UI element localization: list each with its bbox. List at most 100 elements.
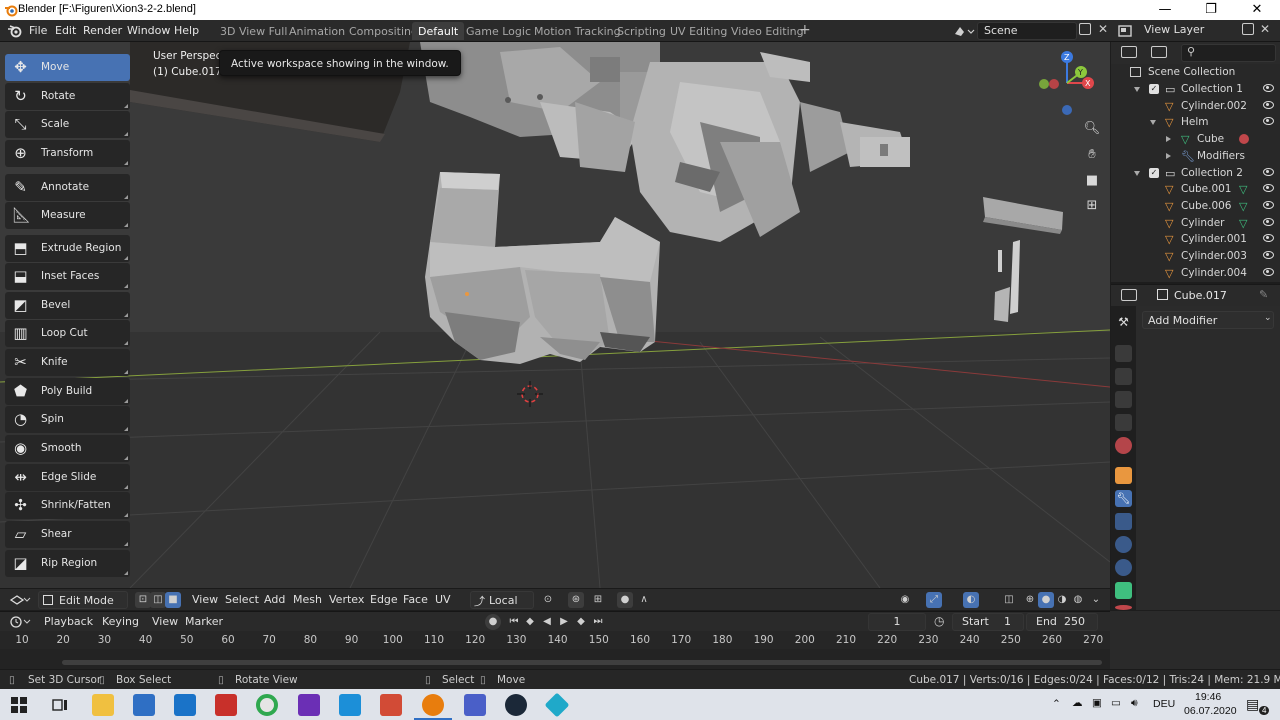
overlay-toggle-icon[interactable]: ◐ bbox=[963, 592, 979, 608]
outliner-item-cube-001[interactable]: ▽ Cube.001 ▽ bbox=[1111, 181, 1280, 198]
affinity-photo-icon[interactable] bbox=[298, 694, 320, 716]
output-tab-icon[interactable] bbox=[1115, 368, 1132, 385]
tool-rotate[interactable]: ↻ Rotate bbox=[5, 83, 130, 110]
close-button[interactable]: ✕ bbox=[1234, 0, 1280, 20]
tool-move[interactable]: ✥ Move bbox=[5, 54, 130, 81]
visibility-icon[interactable]: ◉ bbox=[897, 592, 913, 608]
outliner-item-collection-2[interactable]: ✓ ▭ Collection 2 bbox=[1111, 165, 1280, 182]
tool-inset[interactable]: ⬓ Inset Faces bbox=[5, 263, 130, 290]
tab-3d-view-full[interactable]: 3D View Full bbox=[214, 22, 293, 40]
menu-timeline-view[interactable]: View bbox=[152, 615, 178, 628]
visibility-eye-icon[interactable] bbox=[1263, 117, 1274, 126]
falloff-icon[interactable]: ∧ bbox=[636, 592, 652, 608]
affinity-publisher-icon[interactable] bbox=[380, 694, 402, 716]
expand-down-icon[interactable] bbox=[1134, 87, 1140, 92]
visibility-eye-icon[interactable] bbox=[1263, 267, 1274, 276]
menu-select[interactable]: Select bbox=[225, 593, 259, 606]
notification-icon[interactable]: ▤ bbox=[1246, 696, 1259, 713]
editor-type-icon[interactable] bbox=[9, 593, 31, 607]
store-icon[interactable] bbox=[133, 694, 155, 716]
network-icon[interactable]: ▭ bbox=[1111, 697, 1121, 709]
timeline-scrollbar[interactable] bbox=[62, 660, 1102, 665]
gizmo-toggle-icon[interactable]: ⤢ bbox=[926, 592, 942, 608]
new-view-layer-icon[interactable] bbox=[1242, 23, 1254, 35]
maximize-button[interactable]: ❐ bbox=[1188, 0, 1234, 20]
display-mode-icon[interactable] bbox=[1151, 46, 1167, 58]
outliner-item-modifiers[interactable]: 🔧︎ Modifiers bbox=[1111, 148, 1280, 165]
new-scene-icon[interactable] bbox=[1079, 23, 1091, 35]
pan-hand-icon[interactable]: ✋︎ bbox=[1081, 144, 1103, 166]
vertex-select-icon[interactable]: ⊡ bbox=[135, 592, 151, 608]
outliner-item-cylinder-003[interactable]: ▽ Cylinder.003 bbox=[1111, 248, 1280, 265]
prev-keyframe-icon[interactable]: ◆ bbox=[522, 614, 538, 630]
timeline-body[interactable] bbox=[0, 649, 1110, 669]
play-icon[interactable]: ▶ bbox=[556, 614, 572, 630]
shading-options-icon[interactable]: ⌄ bbox=[1088, 592, 1104, 608]
jump-end-icon[interactable]: ⏭ bbox=[590, 614, 606, 630]
expand-down-icon[interactable] bbox=[1134, 170, 1140, 176]
delete-scene-icon[interactable]: ✕ bbox=[1098, 22, 1108, 36]
snap-icon[interactable]: ⊛ bbox=[568, 592, 584, 608]
material-shading-icon[interactable]: ◑ bbox=[1054, 592, 1070, 608]
tray-app-icon[interactable]: ▣ bbox=[1092, 697, 1102, 709]
outliner-item-cube[interactable]: ▽ Cube bbox=[1111, 131, 1280, 148]
menu-mesh[interactable]: Mesh bbox=[293, 593, 322, 606]
start-frame-field[interactable]: Start 1 bbox=[952, 613, 1024, 631]
expand-right-icon[interactable] bbox=[1166, 152, 1171, 159]
next-keyframe-icon[interactable]: ◆ bbox=[573, 614, 589, 630]
tool-spin[interactable]: ◔ Spin bbox=[5, 406, 130, 433]
proportional-edit-icon[interactable]: ● bbox=[617, 592, 633, 608]
timeline-ruler[interactable]: 10 20 30 40 50 60 70 80 90 100 110 120 130 140 150 160 1… bbox=[0, 631, 1110, 649]
outliner-editor-icon[interactable] bbox=[1121, 46, 1137, 58]
add-workspace-button[interactable]: + bbox=[799, 22, 811, 38]
render-tab-icon[interactable] bbox=[1115, 345, 1132, 362]
outliner-item-cube-006[interactable]: ▽ Cube.006 ▽ bbox=[1111, 198, 1280, 215]
mail-icon[interactable] bbox=[174, 694, 196, 716]
modifier-tab-icon[interactable]: 🔧︎ bbox=[1115, 490, 1132, 507]
volume-icon[interactable]: 🔊︎ bbox=[1131, 697, 1138, 710]
rendered-shading-icon[interactable]: ◍ bbox=[1070, 592, 1086, 608]
outliner-item-cylinder-002[interactable]: ▽ Cylinder.002 bbox=[1111, 98, 1280, 115]
tool-annotate[interactable]: ✎ Annotate bbox=[5, 174, 130, 201]
expand-right-icon[interactable] bbox=[1166, 136, 1171, 143]
particles-tab-icon[interactable] bbox=[1115, 513, 1132, 530]
tool-edge-slide[interactable]: ⇹ Edge Slide bbox=[5, 464, 130, 491]
tool-rip-region[interactable]: ◪ Rip Region bbox=[5, 550, 130, 577]
xray-toggle-icon[interactable]: ◫ bbox=[1001, 592, 1017, 608]
data-tab-icon[interactable] bbox=[1115, 582, 1132, 599]
properties-editor-icon[interactable] bbox=[1121, 289, 1137, 301]
delete-view-layer-icon[interactable]: ✕ bbox=[1260, 22, 1270, 36]
blender-menu-icon[interactable] bbox=[7, 24, 22, 38]
material-tab-icon[interactable] bbox=[1115, 605, 1132, 610]
jump-start-icon[interactable]: ⏮ bbox=[506, 614, 522, 630]
menu-add[interactable]: Add bbox=[264, 593, 285, 606]
menu-window[interactable]: Window bbox=[127, 24, 170, 37]
3d-viewport[interactable]: User Perspective (1) Cube.017 Active wor… bbox=[0, 42, 1110, 588]
tab-game-logic[interactable]: Game Logic bbox=[460, 22, 537, 40]
gift-app-icon[interactable] bbox=[215, 694, 237, 716]
snap-target-icon[interactable]: ⊞ bbox=[590, 592, 606, 608]
expand-down-icon[interactable] bbox=[1150, 120, 1156, 126]
physics-tab-icon[interactable] bbox=[1115, 536, 1132, 553]
visibility-eye-icon[interactable] bbox=[1263, 251, 1274, 259]
visibility-eye-icon[interactable] bbox=[1263, 217, 1274, 226]
kodi-icon[interactable] bbox=[544, 692, 570, 718]
screen-capture-icon[interactable] bbox=[464, 694, 486, 716]
collection-checkbox[interactable]: ✓ bbox=[1149, 167, 1159, 178]
outliner-item-cylinder[interactable]: ▽ Cylinder ▽ bbox=[1111, 215, 1280, 232]
tool-shrink-fatten[interactable]: ✣ Shrink/Fatten bbox=[5, 492, 130, 519]
menu-file[interactable]: File bbox=[29, 24, 47, 37]
file-explorer-icon[interactable] bbox=[92, 694, 114, 716]
record-icon[interactable]: ● bbox=[485, 614, 501, 630]
play-reverse-icon[interactable]: ◀ bbox=[539, 614, 555, 630]
outliner-item-collection-1[interactable]: ✓ ▭ Collection 1 bbox=[1111, 81, 1280, 98]
visibility-eye-icon[interactable] bbox=[1263, 200, 1274, 209]
world-tab-icon[interactable] bbox=[1115, 437, 1132, 454]
add-modifier-dropdown[interactable]: Add Modifier bbox=[1142, 311, 1274, 329]
camera-icon[interactable]: ■ bbox=[1081, 170, 1103, 192]
tool-bevel[interactable]: ◩ Bevel bbox=[5, 292, 130, 319]
visibility-eye-icon[interactable] bbox=[1263, 84, 1274, 92]
tool-loop-cut[interactable]: ▥ Loop Cut bbox=[5, 320, 130, 347]
tab-video-editing[interactable]: Video Editing bbox=[725, 22, 810, 40]
tab-default[interactable]: Default bbox=[412, 22, 465, 40]
